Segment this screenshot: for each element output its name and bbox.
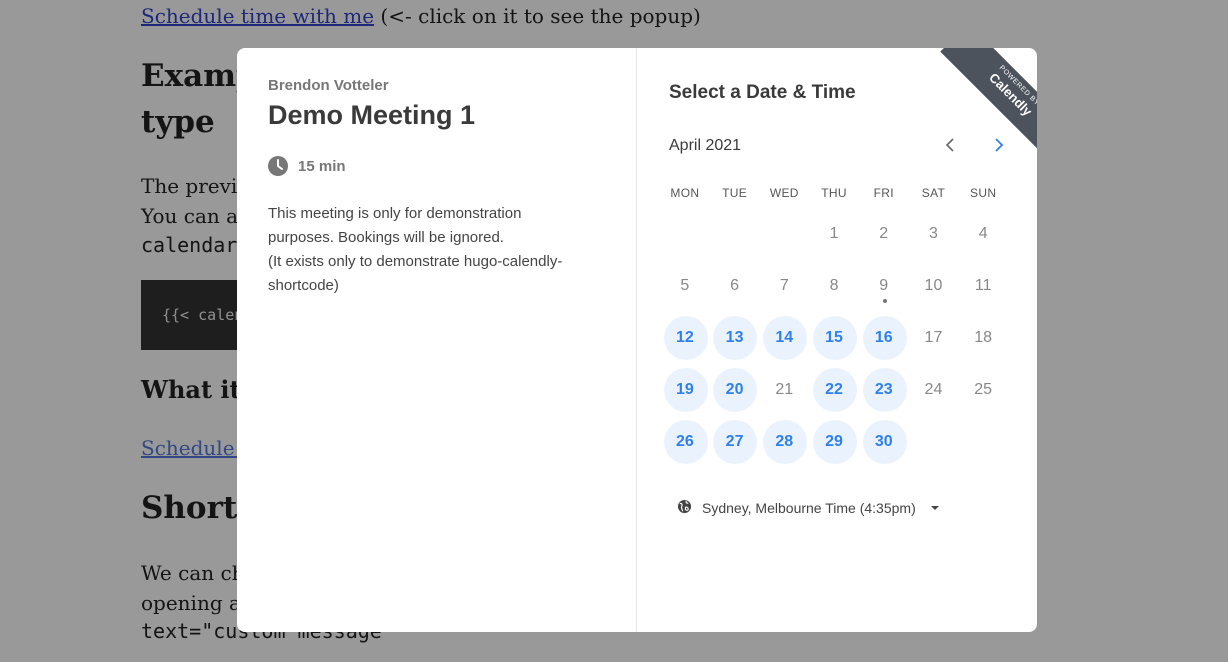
calendar-day: 24 — [909, 364, 959, 416]
day-number: 16 — [874, 329, 893, 346]
day-number: 1 — [829, 225, 839, 242]
available-day-button[interactable]: 29 — [809, 416, 859, 468]
timezone-label: Sydney, Melbourne Time (4:35pm) — [702, 500, 916, 516]
event-duration: 15 min — [268, 156, 346, 176]
day-number: 29 — [825, 433, 843, 450]
day-number: 12 — [675, 329, 694, 346]
organizer-name: Brendon Votteler — [268, 77, 389, 94]
calendly-popup: Brendon Votteler Demo Meeting 1 15 min T… — [237, 48, 1037, 632]
day-number: 20 — [725, 381, 744, 398]
day-number: 9 — [879, 277, 889, 294]
available-day-button[interactable]: 12 — [660, 312, 710, 364]
day-number: 14 — [775, 329, 794, 346]
day-number: 23 — [874, 381, 893, 398]
day-number: 25 — [974, 381, 993, 398]
calendar-day: 10 — [909, 260, 959, 312]
available-day-button[interactable]: 28 — [759, 416, 809, 468]
select-date-heading: Select a Date & Time — [669, 82, 856, 103]
clock-icon — [268, 156, 288, 176]
calendar-empty-cell — [909, 416, 959, 468]
timezone-selector[interactable]: Sydney, Melbourne Time (4:35pm) — [677, 499, 939, 517]
day-number: 17 — [924, 329, 943, 346]
day-number: 18 — [974, 329, 993, 346]
ribbon: POWERED BY Calendly — [940, 48, 1037, 150]
calendar-day: 9 — [859, 260, 909, 312]
available-day-button[interactable]: 22 — [809, 364, 859, 416]
day-number: 6 — [730, 277, 740, 294]
caret-down-icon — [930, 506, 939, 510]
weekday-label: THU — [821, 186, 847, 200]
description-line: This meeting is only for demonstration p… — [268, 205, 522, 246]
day-number: 5 — [680, 277, 690, 294]
weekday-label: TUE — [722, 186, 748, 200]
day-number: 11 — [974, 277, 992, 294]
calendar-day: 18 — [958, 312, 1008, 364]
day-number: 28 — [775, 433, 794, 450]
weekday-label: SAT — [921, 186, 946, 200]
calendar-day: 21 — [759, 364, 809, 416]
duration-label: 15 min — [298, 157, 346, 175]
available-day-button[interactable]: 20 — [710, 364, 760, 416]
calendar-day: 17 — [909, 312, 959, 364]
day-number: 22 — [825, 381, 843, 398]
day-number: 26 — [675, 433, 694, 450]
calendar-day: 5 — [660, 260, 710, 312]
available-day-button[interactable]: 16 — [859, 312, 909, 364]
day-number: 10 — [924, 277, 943, 294]
calendar-empty-cell — [759, 208, 809, 260]
day-number: 7 — [779, 277, 789, 294]
calendar-grid: MON TUE WED THU FRI SAT SUN 1 2 3 4 5 6 7 8 9 10 1… — [660, 186, 1008, 468]
day-number: 15 — [825, 329, 843, 346]
weekday-label: WED — [769, 186, 799, 200]
day-number: 13 — [725, 329, 744, 346]
weekday-label: SUN — [970, 186, 997, 200]
calendar-week-row: 5 6 7 8 9 10 11 — [660, 260, 1008, 312]
day-number: 19 — [675, 381, 694, 398]
calendar-day: 8 — [809, 260, 859, 312]
calendar-week-row: 1 2 3 4 — [660, 208, 1008, 260]
available-day-button[interactable]: 30 — [859, 416, 909, 468]
calendar-empty-cell — [958, 416, 1008, 468]
description-line: (It exists only to demonstrate hugo-cale… — [268, 253, 563, 294]
available-day-button[interactable]: 26 — [660, 416, 710, 468]
available-day-button[interactable]: 19 — [660, 364, 710, 416]
day-number: 21 — [775, 381, 794, 398]
event-title: Demo Meeting 1 — [268, 100, 476, 130]
globe-icon — [677, 499, 692, 517]
today-indicator-dot — [882, 299, 887, 303]
available-day-button[interactable]: 15 — [809, 312, 859, 364]
event-details-pane: Brendon Votteler Demo Meeting 1 15 min T… — [237, 48, 637, 632]
day-number: 27 — [725, 433, 744, 450]
calendar-day: 4 — [958, 208, 1008, 260]
weekday-label: FRI — [873, 186, 894, 200]
calendar-day: 6 — [710, 260, 760, 312]
month-label: April 2021 — [669, 137, 742, 154]
day-number: 8 — [829, 277, 839, 294]
calendar-empty-cell — [660, 208, 710, 260]
calendar-week-row: 12 13 14 15 16 17 18 — [660, 312, 1008, 364]
day-number: 3 — [929, 225, 938, 242]
calendar-day: 3 — [909, 208, 959, 260]
day-number: 4 — [978, 225, 988, 242]
available-day-button[interactable]: 13 — [710, 312, 760, 364]
day-number: 30 — [874, 433, 893, 450]
calendar-day: 1 — [809, 208, 859, 260]
event-description: This meeting is only for demonstration p… — [268, 202, 588, 298]
calendar-week-row: 26 27 28 29 30 — [660, 416, 1008, 468]
calendar-day: 7 — [759, 260, 809, 312]
weekday-header: MON TUE WED THU FRI SAT SUN — [660, 186, 1008, 206]
available-day-button[interactable]: 27 — [710, 416, 760, 468]
calendar-day: 11 — [958, 260, 1008, 312]
weekday-label: MON — [670, 186, 700, 200]
available-day-button[interactable]: 23 — [859, 364, 909, 416]
calendar-empty-cell — [710, 208, 760, 260]
calendar-weeks: 1 2 3 4 5 6 7 8 9 10 11 12 13 14 15 16 17 18 19 20 21 22 23 24 2… — [660, 208, 1008, 468]
day-number: 2 — [879, 225, 889, 242]
powered-by-calendly-badge[interactable]: POWERED BY Calendly — [935, 48, 1037, 150]
available-day-button[interactable]: 14 — [759, 312, 809, 364]
day-number: 24 — [924, 381, 943, 398]
calendar-day: 25 — [958, 364, 1008, 416]
calendar-day: 2 — [859, 208, 909, 260]
calendar-week-row: 19 20 21 22 23 24 25 — [660, 364, 1008, 416]
